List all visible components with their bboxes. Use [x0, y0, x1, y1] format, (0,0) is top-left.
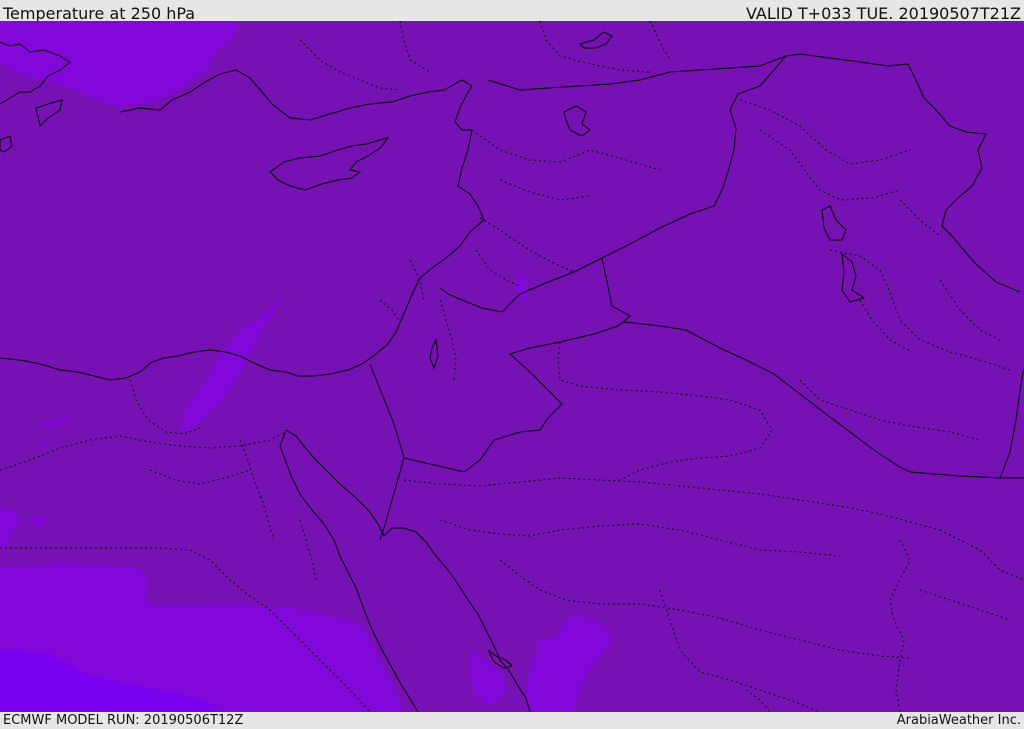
map-canvas — [0, 21, 1024, 712]
map-area[interactable] — [0, 21, 1024, 712]
footer-bar: ECMWF MODEL RUN: 20190506T12Z ArabiaWeat… — [0, 712, 1024, 729]
valid-time: VALID T+033 TUE. 20190507T21Z — [745, 4, 1021, 21]
credit-label: ArabiaWeather Inc. — [896, 713, 1021, 728]
map-title: Temperature at 250 hPa — [3, 4, 196, 21]
weather-map-frame: Temperature at 250 hPa VALID T+033 TUE. … — [0, 0, 1024, 729]
model-run-label: ECMWF MODEL RUN: 20190506T12Z — [3, 713, 244, 728]
header-bar: Temperature at 250 hPa VALID T+033 TUE. … — [0, 0, 1024, 21]
